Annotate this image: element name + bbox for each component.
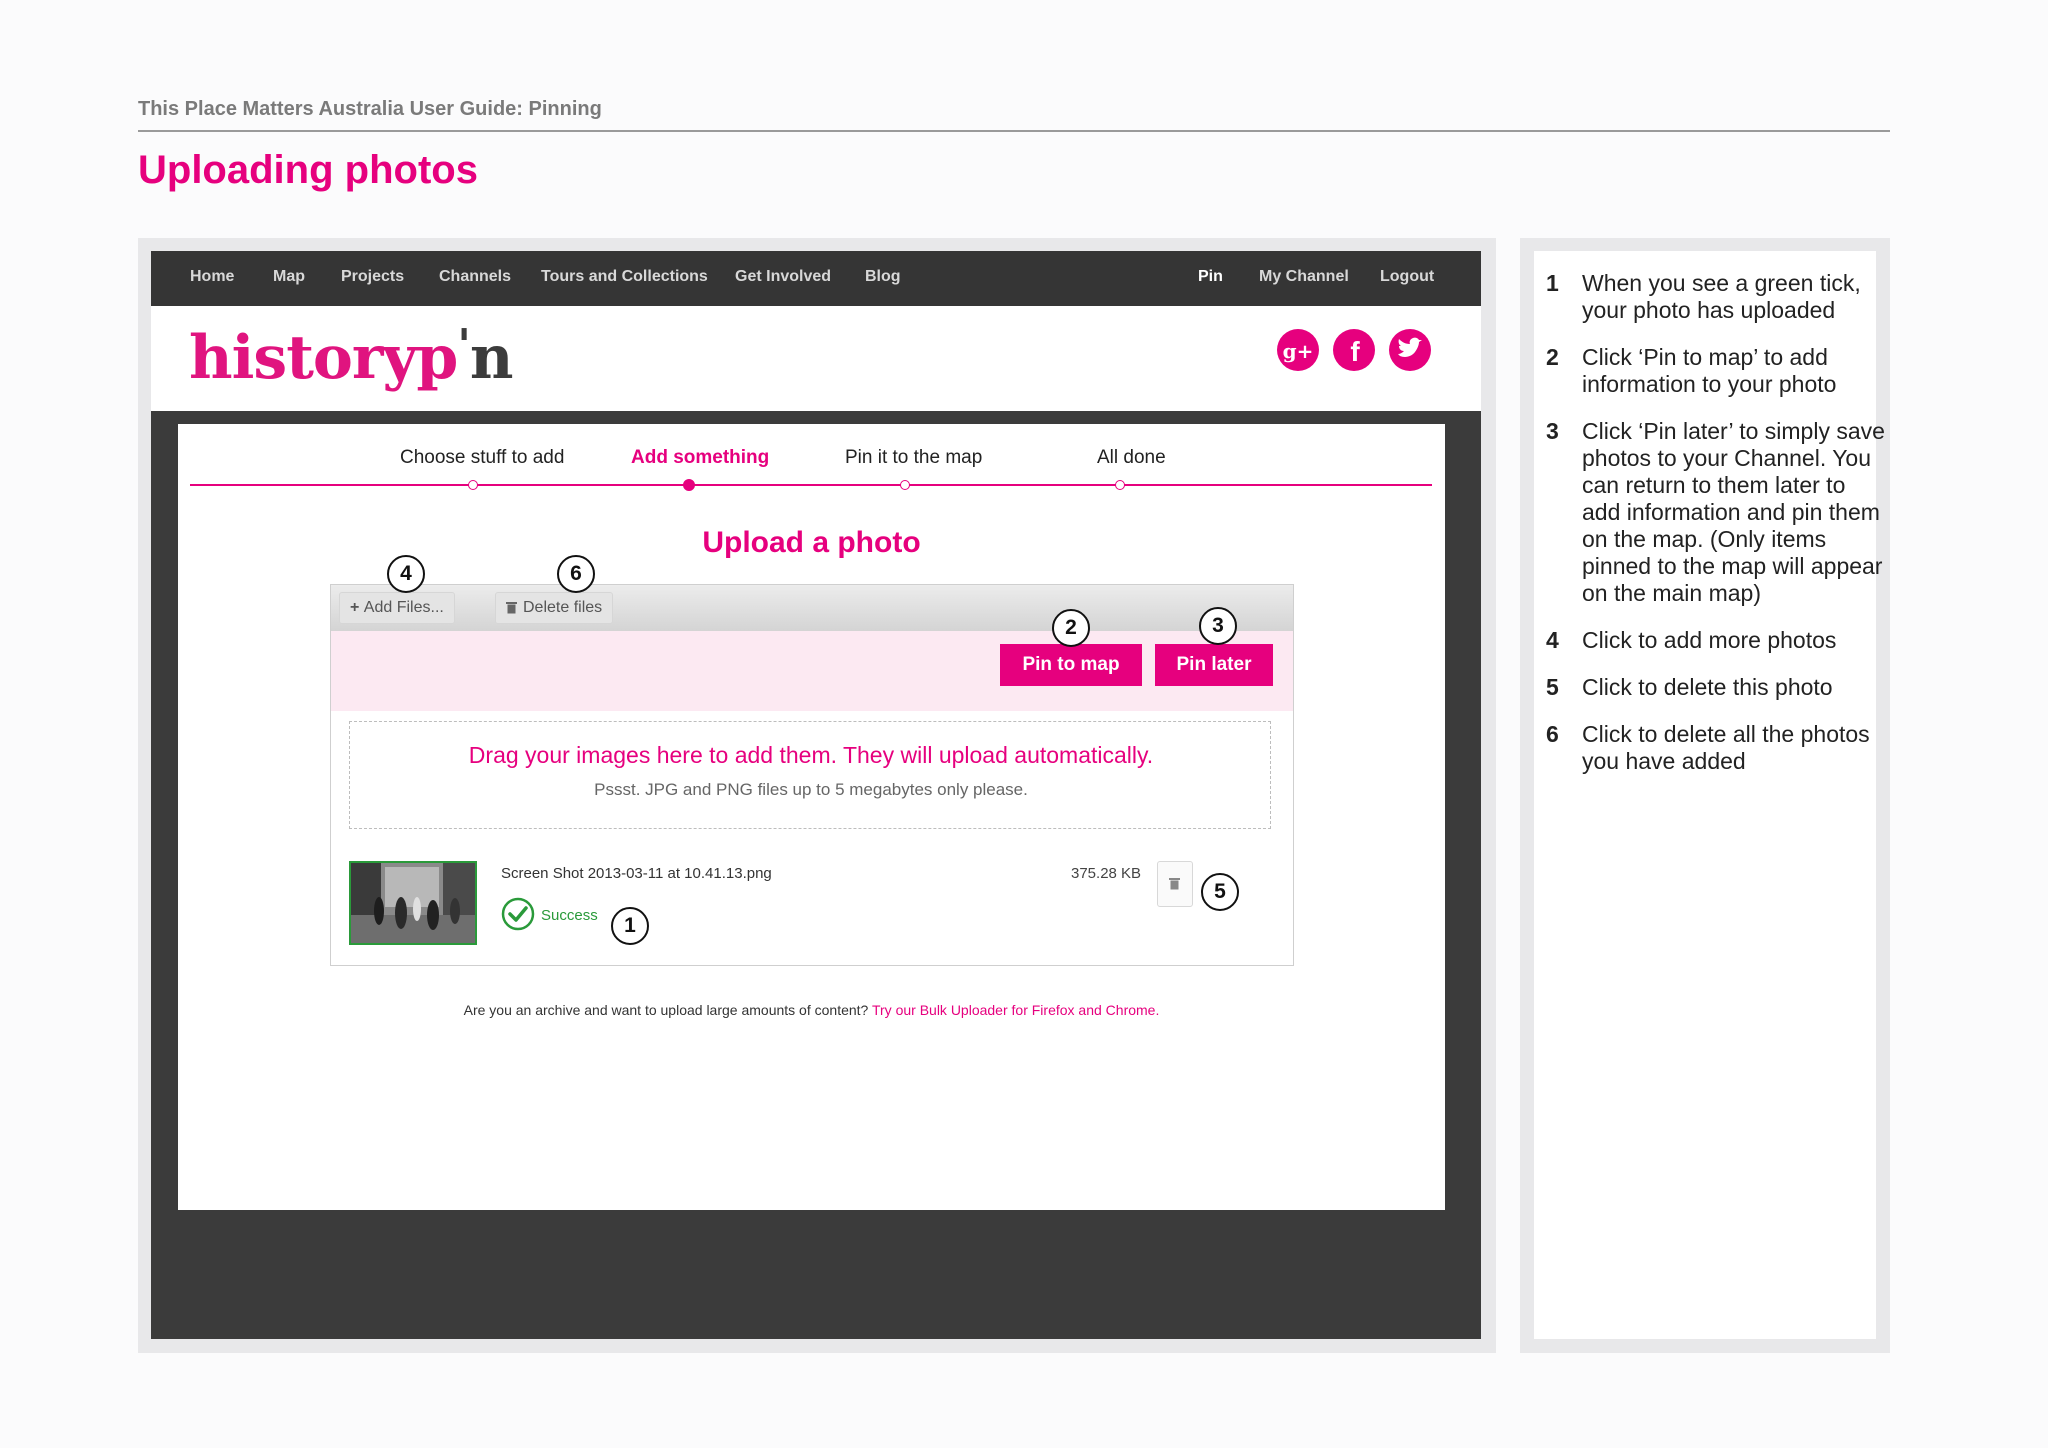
instruction-number: 6 <box>1546 721 1559 747</box>
photo-thumbnail <box>349 861 477 945</box>
upload-title: Upload a photo <box>702 526 921 559</box>
instruction-item: 1 When you see a green tick, your photo h… <box>1546 270 1886 324</box>
upload-panel: Choose stuff to add Add something Pin it… <box>178 424 1445 1210</box>
nav-projects[interactable]: Projects <box>341 268 404 286</box>
step-dot-2 <box>683 479 695 491</box>
step-add-something[interactable]: Add something <box>631 447 769 469</box>
pin-later-button[interactable]: Pin later <box>1155 644 1273 686</box>
logo-end: n <box>469 323 514 393</box>
doc-header: This Place Matters Australia User Guide:… <box>138 98 602 120</box>
instruction-number: 1 <box>1546 270 1559 296</box>
instruction-text: Click to delete this photo <box>1582 674 1833 700</box>
instruction-text: Click to delete all the photos you have … <box>1582 721 1870 774</box>
step-all-done[interactable]: All done <box>1097 447 1166 469</box>
brand-bar: historyp'n g+ f <box>151 306 1481 411</box>
callout-6: 6 <box>557 555 595 593</box>
instruction-item: 2 Click ‘Pin to map’ to add information t… <box>1546 344 1886 398</box>
step-dot-1 <box>468 480 478 490</box>
instruction-number: 3 <box>1546 418 1559 444</box>
nav-logout[interactable]: Logout <box>1380 268 1434 286</box>
nav-my-channel[interactable]: My Channel <box>1259 268 1349 286</box>
action-band <box>331 631 1293 711</box>
instruction-item: 3 Click ‘Pin later’ to simply save photos… <box>1546 418 1886 607</box>
instruction-text: When you see a green tick, your photo ha… <box>1582 270 1861 323</box>
success-check-icon <box>501 897 535 931</box>
instruction-item: 5 Click to delete this photo <box>1546 674 1886 701</box>
callout-4: 4 <box>387 555 425 593</box>
step-dot-3 <box>900 480 910 490</box>
logo-text: historyp <box>189 323 458 393</box>
file-uploader: + Add Files... Delete files Pin to map P… <box>330 584 1294 966</box>
svg-text:g+: g+ <box>1283 339 1314 363</box>
delete-photo-button[interactable] <box>1157 861 1193 907</box>
nav-pin[interactable]: Pin <box>1198 268 1223 286</box>
instruction-item: 6 Click to delete all the photos you have… <box>1546 721 1886 775</box>
archive-question: Are you an archive and want to upload la… <box>463 1002 869 1018</box>
drop-zone-hint: Pssst. JPG and PNG files up to 5 megabyt… <box>594 780 1028 799</box>
upload-status: Success <box>541 907 598 924</box>
step-choose-stuff[interactable]: Choose stuff to add <box>400 447 564 469</box>
callout-5: 5 <box>1201 873 1239 911</box>
bulk-uploader-link[interactable]: Try our Bulk Uploader for Firefox and Ch… <box>872 1002 1159 1018</box>
top-nav: Home Map Projects Channels Tours and Col… <box>151 251 1481 306</box>
drop-zone[interactable]: Drag your images here to add them. They … <box>349 721 1271 829</box>
trash-icon <box>506 601 517 619</box>
instruction-number: 4 <box>1546 627 1559 653</box>
add-files-label: Add Files... <box>363 599 444 616</box>
twitter-icon[interactable] <box>1389 329 1431 371</box>
drop-zone-message: Drag your images here to add them. They … <box>468 742 1154 768</box>
callout-3: 3 <box>1199 607 1237 645</box>
logo-apostrophe: ' <box>457 320 471 371</box>
file-size: 375.28 KB <box>1071 865 1142 882</box>
header-divider <box>138 130 1890 132</box>
instructions-list: 1 When you see a green tick, your photo h… <box>1546 270 1886 795</box>
instruction-text: Click ‘Pin later’ to simply save photos … <box>1582 418 1885 606</box>
progress-line <box>190 484 1432 486</box>
nav-channels[interactable]: Channels <box>439 268 511 286</box>
nav-home[interactable]: Home <box>190 268 234 286</box>
app-screenshot: Home Map Projects Channels Tours and Col… <box>151 251 1481 1339</box>
step-dot-4 <box>1115 480 1125 490</box>
nav-blog[interactable]: Blog <box>865 268 901 286</box>
callout-2: 2 <box>1052 609 1090 647</box>
instruction-item: 4 Click to add more photos <box>1546 627 1886 654</box>
instruction-text: Click ‘Pin to map’ to add information to… <box>1582 344 1837 397</box>
file-name: Screen Shot 2013-03-11 at 10.41.13.png <box>501 865 772 882</box>
step-pin-to-map[interactable]: Pin it to the map <box>845 447 982 469</box>
page-title: Uploading photos <box>138 148 478 192</box>
uploader-toolbar: + Add Files... Delete files <box>331 585 1293 631</box>
google-plus-icon[interactable]: g+ <box>1277 329 1319 371</box>
delete-files-label: Delete files <box>523 599 603 616</box>
delete-files-button[interactable]: Delete files <box>495 592 614 624</box>
instruction-number: 5 <box>1546 674 1559 700</box>
nav-get-involved[interactable]: Get Involved <box>735 268 831 286</box>
archive-note: Are you an archive and want to upload la… <box>178 1002 1445 1018</box>
add-files-button[interactable]: + Add Files... <box>339 592 455 624</box>
nav-tours-collections[interactable]: Tours and Collections <box>541 268 708 286</box>
callout-1: 1 <box>611 907 649 945</box>
svg-text:f: f <box>1350 336 1360 367</box>
pin-to-map-button[interactable]: Pin to map <box>1000 644 1142 686</box>
plus-icon: + <box>350 599 364 616</box>
trash-icon <box>1169 877 1180 895</box>
facebook-icon[interactable]: f <box>1333 329 1375 371</box>
historypin-logo[interactable]: historyp'n <box>189 320 514 393</box>
instruction-text: Click to add more photos <box>1582 627 1837 653</box>
nav-map[interactable]: Map <box>273 268 305 286</box>
instruction-number: 2 <box>1546 344 1559 370</box>
